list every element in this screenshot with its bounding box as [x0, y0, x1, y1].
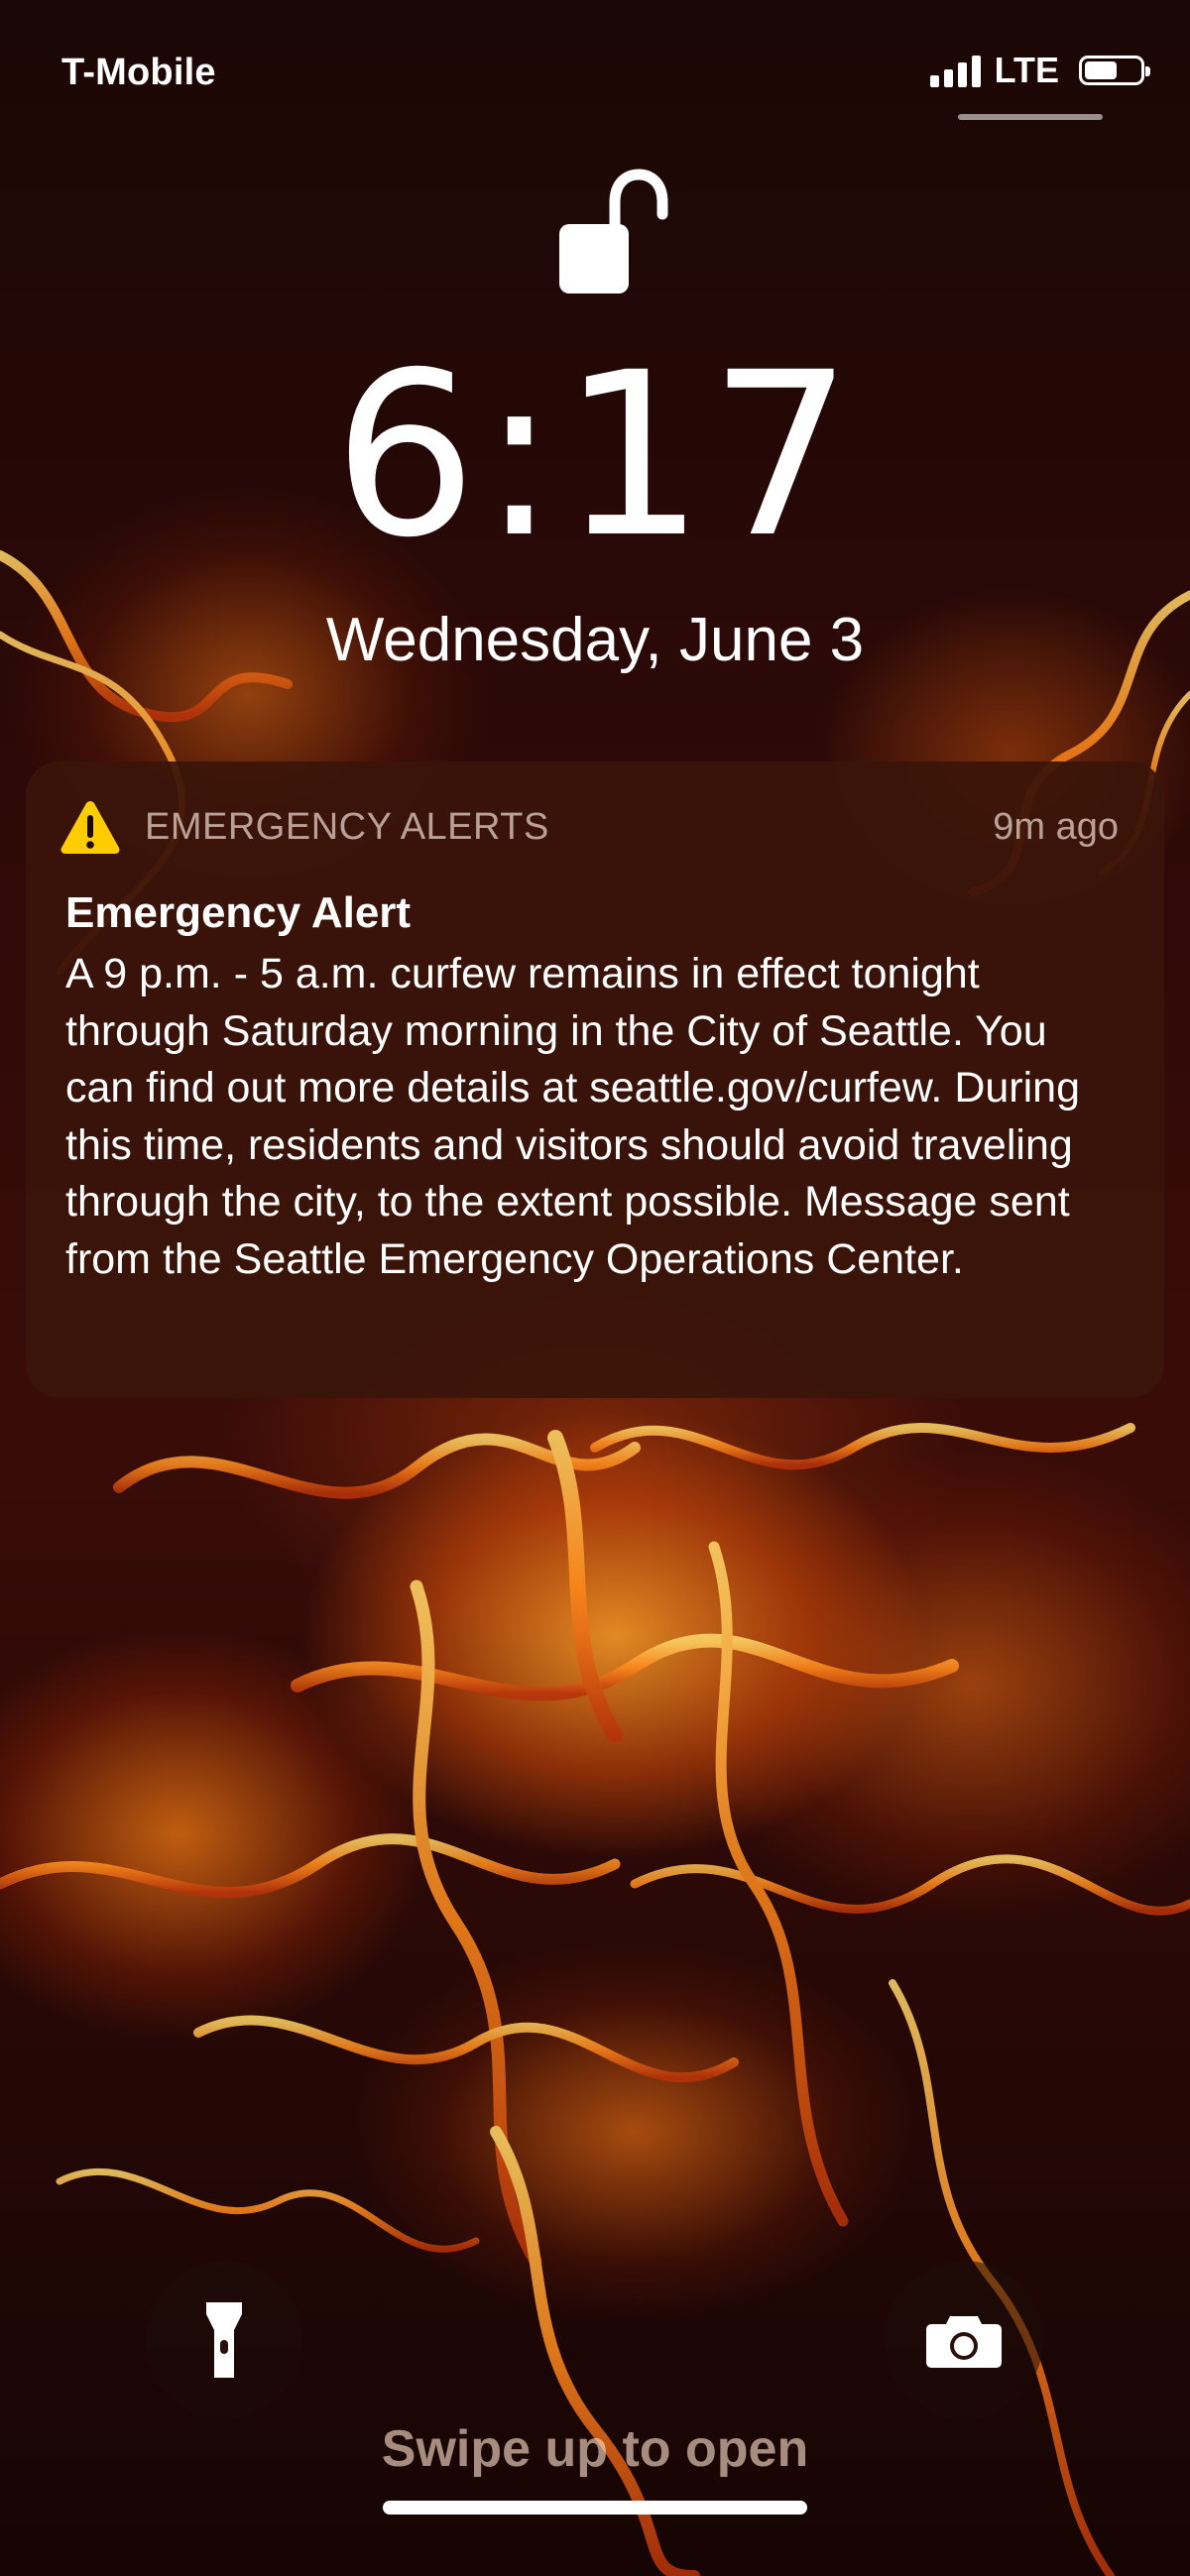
notification-app-name: EMERGENCY ALERTS	[145, 805, 549, 848]
lock-screen: T-Mobile LTE 6:17 Wednesday, June 3 EMER…	[0, 0, 1190, 2576]
network-type: LTE	[994, 50, 1059, 90]
cellular-signal-icon	[929, 54, 981, 87]
carrier-name: T-Mobile	[61, 52, 216, 93]
emergency-alert-notification[interactable]: EMERGENCY ALERTS 9m ago Emergency Alert …	[26, 761, 1164, 1398]
status-indicators: LTE	[929, 50, 1150, 91]
home-indicator[interactable]	[383, 2501, 807, 2515]
lock-screen-date: Wednesday, June 3	[325, 606, 865, 674]
notification-header: EMERGENCY ALERTS 9m ago	[60, 797, 1119, 857]
notification-timestamp: 9m ago	[993, 805, 1119, 848]
warning-triangle-icon	[60, 801, 120, 854]
battery-icon	[1079, 56, 1150, 85]
flashlight-button[interactable]	[145, 2261, 303, 2419]
control-center-indicator[interactable]	[958, 114, 1103, 120]
swipe-up-hint: Swipe up to open	[381, 2420, 809, 2478]
lock-screen-time: 6:17	[333, 323, 857, 587]
flashlight-icon	[206, 2302, 242, 2378]
camera-button[interactable]	[885, 2261, 1043, 2419]
camera-icon	[926, 2316, 1002, 2368]
notification-title: Emergency Alert	[65, 888, 412, 937]
unlocked-padlock-icon	[559, 169, 668, 293]
notification-body: A 9 p.m. - 5 a.m. curfew remains in effe…	[65, 950, 1080, 1283]
